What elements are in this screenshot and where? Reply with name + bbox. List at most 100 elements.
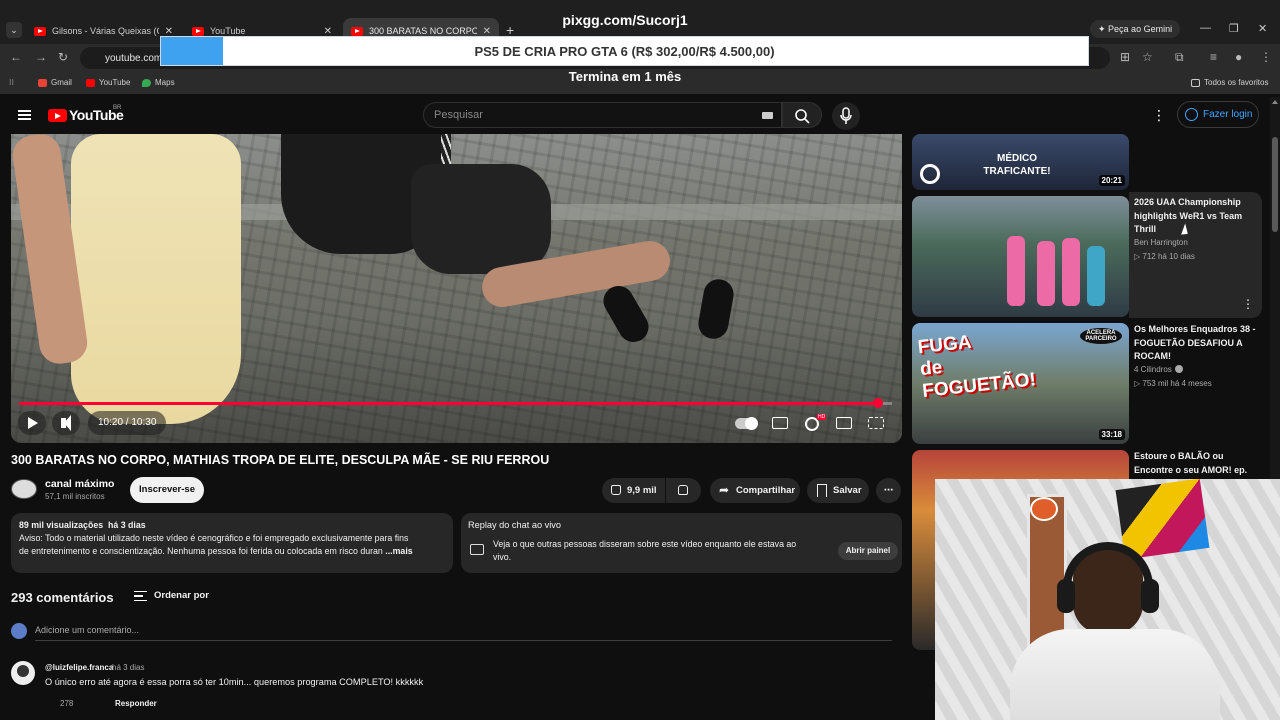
back-icon[interactable]: ← [10, 50, 22, 64]
account-circle-icon [1185, 108, 1198, 121]
recommendation-more-icon[interactable]: ⋮ [1242, 297, 1254, 311]
description-line-2: de entretenimento e conscientização. Nen… [19, 545, 445, 558]
channel-name: 4 Cilindros [1134, 365, 1172, 374]
url-text: youtube.com [105, 53, 163, 64]
forward-icon[interactable]: → [35, 50, 47, 64]
webcam-headset-earcup [1057, 579, 1075, 613]
subscriber-count: 57,1 mil inscritos [45, 492, 105, 501]
save-button[interactable]: Salvar [807, 478, 869, 503]
menu-icon[interactable] [18, 110, 31, 120]
subscribe-button[interactable]: Inscrever-se [130, 477, 204, 503]
description-meta: 89 mil visualizações há 3 dias [19, 519, 445, 532]
youtube-logo-icon[interactable] [48, 109, 67, 122]
recommendation-title[interactable]: Os Melhores Enquadros 38 - FOGUETÃO DESA… [1134, 323, 1262, 364]
search-button[interactable] [782, 102, 822, 128]
recommendation-thumbnail[interactable]: MÉDICO TRAFICANTE! 20:21 [912, 134, 1129, 190]
share-button[interactable]: ➦ Compartilhar [710, 478, 800, 503]
voice-search-button[interactable] [832, 102, 860, 130]
recommendation-thumbnail[interactable] [912, 196, 1129, 317]
video-duration: 20:21 [1098, 175, 1125, 186]
bookmark-star-icon[interactable]: ☆ [1142, 50, 1153, 64]
chat-replay-box: Replay do chat ao vivo Veja o que outras… [461, 513, 902, 573]
overlay-ends-text: Termina em 1 mês [568, 69, 682, 84]
sort-icon[interactable] [134, 591, 147, 601]
chat-replay-title: Replay do chat ao vivo [468, 520, 561, 530]
description-more-link[interactable]: ...mais [385, 546, 412, 556]
thumbnail-caption: FUGA de FOGUETÃO! [916, 331, 1037, 403]
player-figure [1062, 238, 1080, 306]
view-count: 89 mil visualizações [19, 520, 104, 530]
chat-bubble-icon [470, 544, 484, 555]
keyboard-icon[interactable] [762, 112, 773, 119]
window-close-icon[interactable]: ✕ [1258, 22, 1267, 35]
player-figure [1007, 236, 1025, 306]
miniplayer-icon[interactable] [836, 417, 852, 429]
thumbs-up-icon [611, 485, 621, 495]
time-display: 10:20 / 10:30 [88, 411, 167, 435]
channel-avatar[interactable] [11, 479, 37, 499]
commenter-avatar[interactable] [11, 661, 35, 685]
play-button[interactable] [18, 411, 46, 435]
like-button[interactable]: 9,9 mil [602, 478, 665, 503]
video-duration: 33:18 [1098, 429, 1125, 440]
channel-name[interactable]: canal máximo [45, 478, 114, 490]
search-icon [795, 109, 810, 124]
comment-like-count[interactable]: 278 [60, 699, 73, 708]
recommendation-title[interactable]: 2026 UAA Championship highlights WeR1 vs… [1134, 196, 1262, 237]
thumbnail-caption: MÉDICO TRAFICANTE! [983, 153, 1051, 177]
scrollbar-thumb[interactable] [1272, 137, 1278, 232]
share-arrow-icon: ➦ [719, 483, 730, 497]
comment-author[interactable]: @luizfelipe.franca [45, 663, 113, 672]
video-progress-fill [19, 402, 879, 405]
webcam-overlay [935, 479, 1280, 720]
sort-by-button[interactable]: Ordenar por [154, 590, 209, 601]
webcam-person-jacket [1010, 629, 1220, 720]
extensions-icon[interactable]: ⧉ [1175, 50, 1184, 65]
mute-button[interactable] [52, 411, 80, 435]
thumbnail-badge: ACELERA PARCEIRO [1080, 328, 1122, 344]
subtitles-icon[interactable] [772, 417, 788, 429]
add-comment-input[interactable]: Adicione um comentário... [35, 625, 139, 635]
upload-age: há 3 dias [108, 520, 146, 530]
search-placeholder: Pesquisar [434, 109, 483, 121]
reload-icon[interactable]: ↻ [58, 50, 68, 64]
comment-input-underline [35, 640, 892, 641]
hd-badge-icon: HD [817, 414, 827, 420]
settings-more-icon[interactable]: ⋮ [1152, 107, 1166, 124]
fullscreen-icon[interactable] [868, 417, 884, 429]
video-scene-woman-dress [71, 134, 241, 424]
profile-avatar[interactable]: ● [1235, 50, 1242, 64]
like-count: 9,9 mil [627, 485, 657, 496]
search-input[interactable]: Pesquisar [423, 102, 782, 128]
autoplay-toggle[interactable] [735, 417, 758, 430]
video-player[interactable]: 10:20 / 10:30 HD [11, 134, 902, 443]
recommendation-meta: ▷ 753 mil há 4 meses [1134, 379, 1212, 388]
video-title: 300 BARATAS NO CORPO, MATHIAS TROPA DE E… [11, 453, 550, 467]
comment-reply-button[interactable]: Responder [115, 699, 157, 708]
video-scene-man-shorts [411, 164, 551, 274]
install-icon[interactable]: ⊞ [1120, 50, 1130, 64]
webcam-basketball-hoop [1030, 497, 1058, 521]
overlay-goal-bar: PS5 DE CRIA PRO GTA 6 (R$ 302,00/R$ 4.50… [160, 36, 1089, 66]
volume-icon [61, 415, 71, 431]
description-box[interactable]: 89 mil visualizações há 3 dias Aviso: To… [11, 513, 453, 573]
open-chat-panel-button[interactable]: Abrir painel [838, 542, 898, 560]
chrome-menu-icon[interactable]: ⋮ [1260, 50, 1272, 64]
recommendation-channel[interactable]: Ben Harrington [1134, 238, 1188, 247]
dislike-button[interactable] [666, 478, 701, 503]
comment-time[interactable]: há 3 dias [112, 663, 144, 672]
recommendation-thumbnail[interactable]: FUGA de FOGUETÃO! ACELERA PARCEIRO 33:18 [912, 323, 1129, 444]
channel-logo-icon [920, 164, 940, 184]
scrubber-handle[interactable] [873, 398, 884, 408]
scroll-up-arrow-icon[interactable] [1272, 100, 1278, 104]
login-button[interactable]: Fazer login [1177, 101, 1259, 128]
recommendation-channel[interactable]: 4 Cilindros [1134, 365, 1183, 374]
video-progress-bar[interactable] [19, 398, 892, 408]
description-line-1: Aviso: Todo o material utilizado neste v… [19, 533, 409, 543]
more-actions-button[interactable]: ⋯ [876, 478, 901, 503]
login-label: Fazer login [1203, 109, 1253, 120]
recommendation-meta: ▷ 712 há 10 dias [1134, 252, 1195, 261]
media-icon[interactable]: ≡ [1210, 50, 1217, 64]
share-label: Compartilhar [736, 485, 796, 496]
country-code: BR [113, 105, 122, 111]
